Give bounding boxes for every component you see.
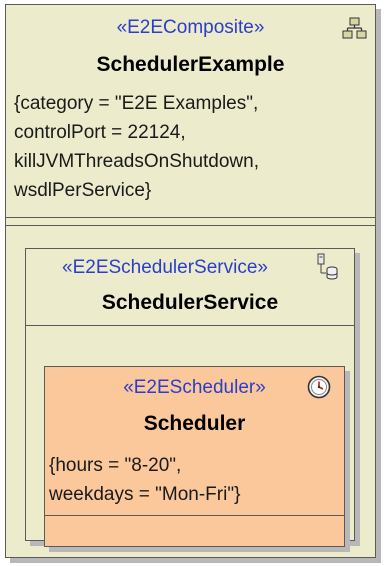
composite-tag-line: killJVMThreadsOnShutdown, (14, 151, 259, 172)
composite-tag-line: wsdlPerService} (14, 180, 152, 201)
scheduler-stereotype: «E2EScheduler» (123, 377, 266, 398)
scheduler-name: Scheduler (143, 412, 246, 435)
composite-divider (6, 217, 375, 218)
composite-tag-line: controlPort = 22124, (14, 122, 186, 143)
composite-name: SchedulerExample (96, 53, 285, 76)
service-divider (26, 325, 354, 326)
composite-stereotype: «E2EComposite» (116, 17, 265, 38)
composite-tag-line: {category = "E2E Examples", (14, 93, 259, 114)
scheduler-block[interactable]: «E2EScheduler» Scheduler {hours = "8-20"… (44, 366, 345, 547)
composite-icon (342, 17, 367, 39)
clock-icon (307, 375, 331, 399)
scheduler-tag-line: {hours = "8-20", (49, 455, 182, 476)
service-stereotype: «E2ESchedulerService» (62, 257, 268, 278)
scheduler-tag-line: weekdays = "Mon-Fri"} (49, 484, 241, 505)
composite-divider (6, 225, 375, 226)
scheduler-divider (45, 515, 344, 516)
service-icon (317, 253, 338, 280)
service-name: SchedulerService (101, 291, 279, 314)
